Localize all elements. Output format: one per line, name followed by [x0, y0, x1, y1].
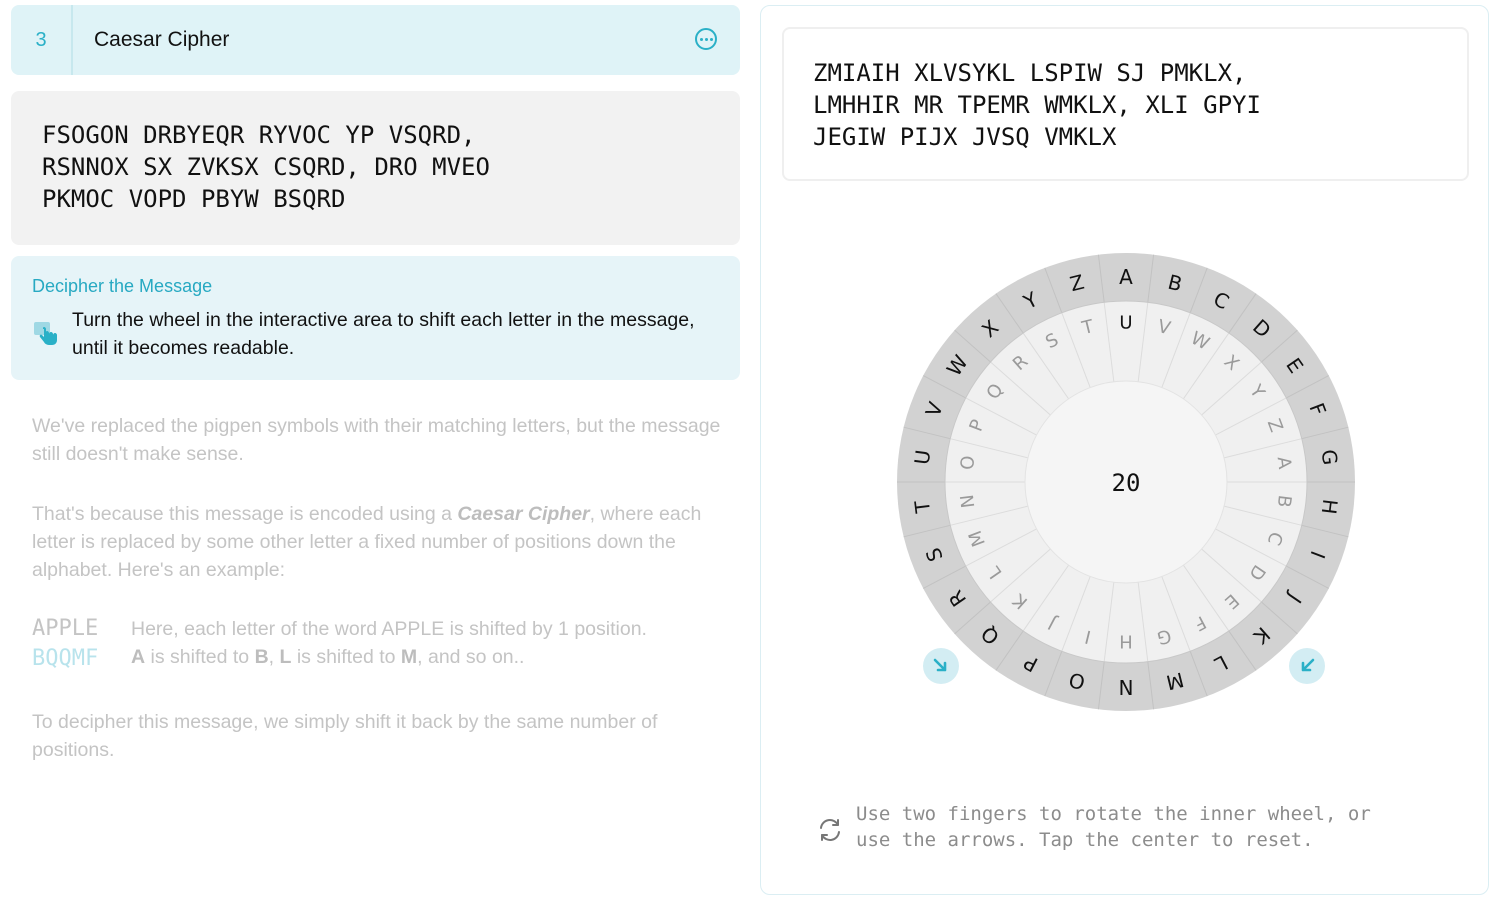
outer-letter: U [910, 449, 936, 466]
instruction-card: Decipher the Message Turn the wheel in t… [11, 256, 740, 380]
output-line: ZMIAIH XLVSYKL LSPIW SJ PMKLX, [813, 59, 1247, 87]
letter-b: B [254, 646, 269, 668]
explanation-paragraph-2: That's because this message is encoded u… [32, 500, 732, 584]
explanation-paragraph-1: We've replaced the pigpen symbols with t… [32, 415, 721, 465]
hint-text: Use two fingers to rotate the inner whee… [856, 801, 1456, 853]
outer-letter: A [1119, 265, 1133, 289]
hand-tap-icon [34, 322, 57, 345]
text-span: , and so on.. [417, 646, 525, 668]
rotate-left-button[interactable] [923, 648, 959, 684]
output-line: JEGIW PIJX JVSQ VMKLX [813, 123, 1117, 151]
cipher-text-box: FSOGON DRBYEQR RYVOC YP VSQRD, RSNNOX SX… [11, 91, 740, 245]
shift-value[interactable]: 20 [1112, 469, 1141, 497]
instruction-title: Decipher the Message [32, 276, 213, 296]
example-description-1: Here, each letter of the word APPLE is s… [131, 618, 647, 640]
text-span: is shifted to [291, 646, 401, 668]
inner-letter: O [957, 455, 980, 472]
inner-letter: B [1273, 494, 1295, 509]
decoded-output-box: ZMIAIH XLVSYKL LSPIW SJ PMKLX, LMHHIR MR… [782, 27, 1469, 181]
inner-letter: H [1119, 631, 1133, 652]
cipher-line: RSNNOX SX ZVKSX CSQRD, DRO MVEO [42, 153, 490, 181]
arrow-down-left-icon [1301, 658, 1315, 672]
letter-m: M [400, 646, 418, 668]
header-divider [71, 5, 73, 75]
example-description-2: A is shifted to B, L is shifted to M, an… [131, 646, 524, 669]
instruction-text: Turn the wheel in the interactive area t… [72, 309, 695, 359]
rotate-right-button[interactable] [1289, 648, 1325, 684]
ellipsis-circle-icon[interactable] [695, 28, 717, 50]
letter-l: L [279, 646, 292, 668]
hint-line: use the arrows. Tap the center to reset. [856, 829, 1314, 851]
lesson-number: 3 [35, 28, 47, 51]
letter-a: A [131, 646, 146, 668]
arrow-down-right-icon [933, 658, 947, 672]
text-span: , [268, 646, 280, 668]
rotate-icon [820, 819, 840, 841]
lesson-header: 3 Caesar Cipher [11, 5, 740, 75]
outer-letter: H [1317, 498, 1343, 516]
example-block: APPLE BQQMF Here, each letter of the wor… [32, 616, 740, 676]
inner-letter: U [1119, 313, 1132, 334]
lesson-title: Caesar Cipher [94, 28, 230, 51]
cipher-line: FSOGON DRBYEQR RYVOC YP VSQRD, [42, 121, 476, 149]
cipher-line: PKMOC VOPD PBYW BSQRD [42, 185, 346, 213]
hint-line: Use two fingers to rotate the inner whee… [856, 803, 1371, 825]
explanation-paragraph-3: To decipher this message, we simply shif… [32, 711, 658, 761]
inner-letter: N [957, 493, 979, 509]
caesar-cipher-emphasis: Caesar Cipher [457, 503, 590, 525]
output-line: LMHHIR MR TPEMR WMKLX, XLI GPYI [813, 91, 1261, 119]
outer-letter: G [1317, 448, 1343, 466]
example-shifted-word: BQQMF [32, 646, 99, 671]
example-word: APPLE [32, 616, 99, 641]
text-span: That's because this message is encoded u… [32, 503, 458, 525]
left-panel: 3 Caesar Cipher FSOGON DRBYEQR RYVOC YP … [11, 5, 740, 764]
outer-letter: N [1119, 675, 1134, 699]
text-span: is shifted to [145, 646, 255, 668]
interactive-panel: ZMIAIH XLVSYKL LSPIW SJ PMKLX, LMHHIR MR… [760, 5, 1489, 895]
cipher-wheel[interactable]: AUBVCW DX EYFZGAHBICJDKELFMGNHOIPJQKRLSMT N… [896, 252, 1356, 712]
